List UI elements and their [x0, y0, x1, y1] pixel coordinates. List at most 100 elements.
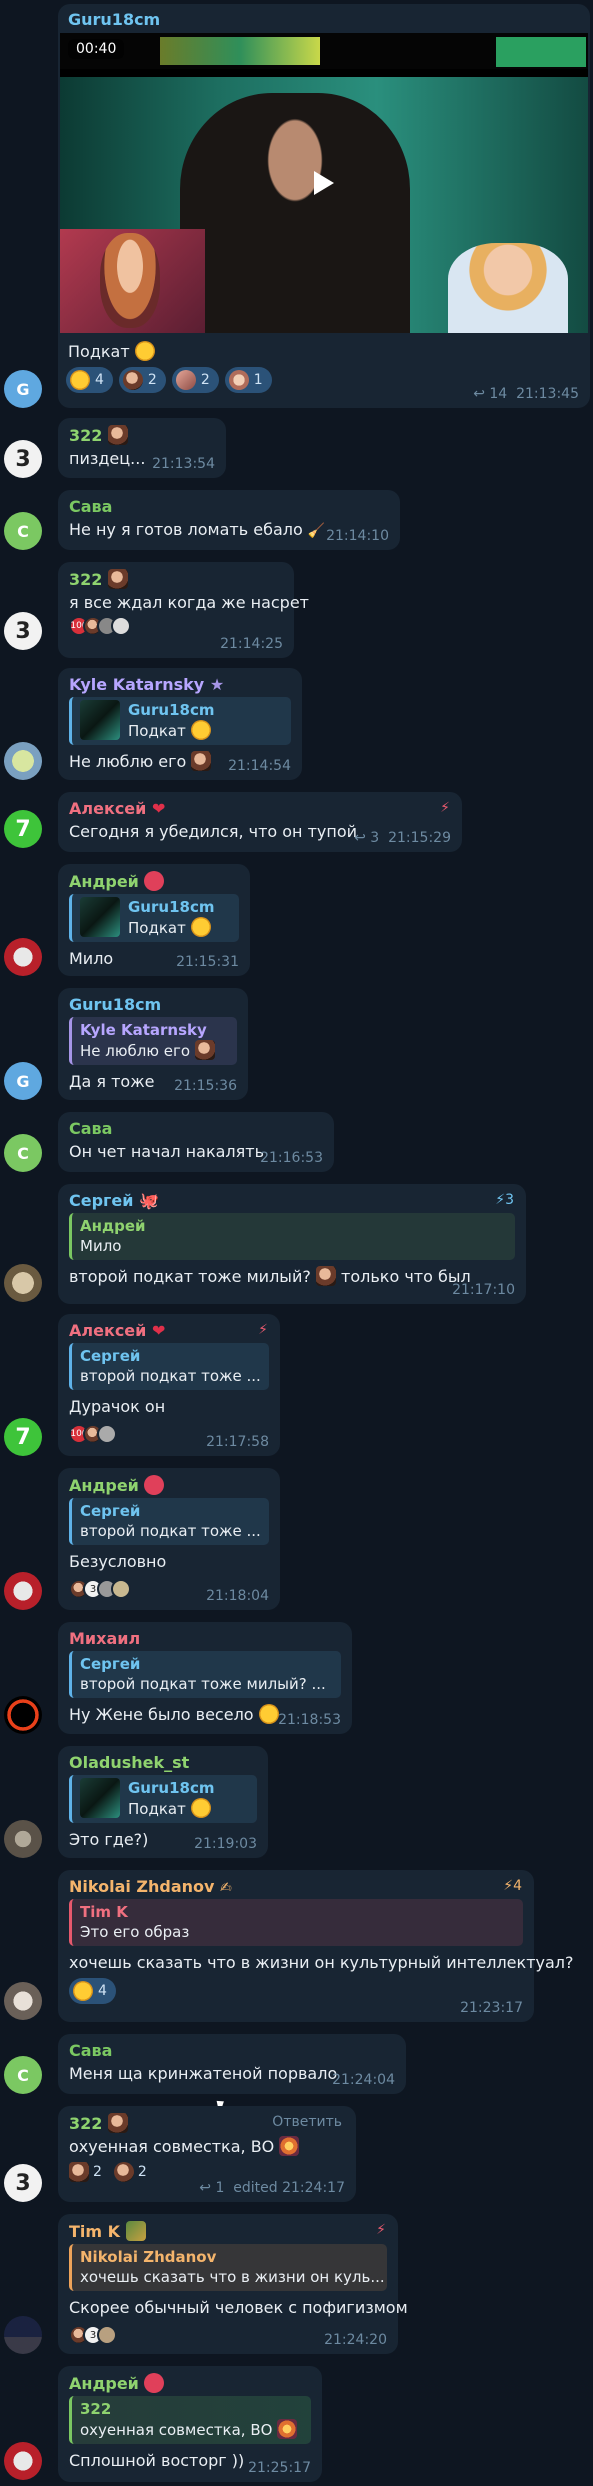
message-text: Дурачок он — [69, 1397, 166, 1416]
avatar[interactable]: 3 — [4, 2164, 42, 2202]
sender-name[interactable]: Oladushek_st — [69, 1753, 257, 1772]
reaction-button[interactable]: 4 — [66, 367, 113, 393]
sender-name[interactable]: Guru18cm — [58, 10, 590, 29]
message-bubble[interactable]: Tim K ⚡ Nikolai Zhdanov хочешь сказать ч… — [58, 2214, 408, 2354]
message-bubble[interactable]: Сава Не ну я готов ломать ебало 🧹 21:14:… — [58, 490, 400, 550]
sender-name[interactable]: Алексей ❤ — [69, 1321, 269, 1340]
avatar[interactable] — [4, 1696, 42, 1734]
message-bubble[interactable]: Андрей 322 охуенная совместка, ВО Сплошн… — [58, 2366, 322, 2482]
sender-name[interactable]: Сава — [69, 2041, 395, 2060]
avatar[interactable]: 3 — [4, 612, 42, 650]
sender-name[interactable]: Сава — [69, 497, 389, 516]
message-text: я все ждал когда же насрет — [69, 593, 309, 612]
custom-emoji-icon — [144, 2373, 165, 2393]
avatar[interactable] — [4, 938, 42, 976]
reply-quote[interactable]: Guru18cm Подкат — [69, 1775, 257, 1823]
message-bubble[interactable]: Nikolai Zhdanov ✍ ⚡4 Tim K Это его образ… — [58, 1870, 574, 2022]
premium-star-icon: ★ — [209, 675, 225, 694]
sender-name[interactable]: Андрей — [69, 1475, 269, 1495]
message-bubble[interactable]: Алексей ❤ ⚡ Сегодня я убедился, что он т… — [58, 792, 462, 852]
sender-name[interactable]: Tim K — [69, 2221, 387, 2241]
reaction-button[interactable]: 2 — [118, 367, 166, 393]
avatar[interactable]: C — [4, 512, 42, 550]
message-bubble[interactable]: Oladushek_st Guru18cm Подкат Это где?) 2… — [58, 1746, 268, 1858]
avatar[interactable] — [4, 742, 42, 780]
reply-quote[interactable]: Сергей второй подкат тоже милый? ... — [69, 1651, 341, 1698]
reply-icon[interactable]: ↩ — [199, 2180, 211, 2196]
message-bubble[interactable]: Михаил Сергей второй подкат тоже милый? … — [58, 1622, 352, 1734]
message-bubble[interactable]: Guru18cm 00:40 Подкат 4 2 2 1 ↩ 14 21:13… — [58, 4, 590, 408]
sender-name[interactable]: Андрей — [69, 871, 239, 891]
sender-name[interactable]: 322 — [69, 425, 215, 445]
reaction-avatars[interactable]: 100 — [69, 616, 283, 636]
message-time: 21:16:53 — [260, 1150, 323, 1166]
avatar[interactable]: C — [4, 1134, 42, 1172]
message-bubble[interactable]: Сава Меня ща кринжатеной порвало 21:24:0… — [58, 2034, 406, 2094]
sender-name[interactable]: Kyle Katarnsky ★ — [69, 675, 291, 694]
message-bubble[interactable]: 322 пиздец... 21:13:54 — [58, 418, 226, 478]
sender-name[interactable]: Михаил — [69, 1629, 341, 1648]
reply-quote[interactable]: Сергей второй подкат тоже ... — [69, 1498, 269, 1545]
sender-name[interactable]: Сава — [69, 1119, 323, 1138]
reply-quote[interactable]: Андрей Мило — [69, 1213, 515, 1260]
reply-quote[interactable]: Guru18cm Подкат — [69, 697, 291, 745]
reply-quote[interactable]: 322 охуенная совместка, ВО — [69, 2396, 311, 2444]
avatar[interactable] — [4, 2442, 42, 2480]
reaction-button[interactable]: 2 — [113, 2162, 147, 2182]
reply-button[interactable]: Ответить — [272, 2114, 342, 2130]
message-time: 21:19:03 — [194, 1836, 257, 1852]
message-bubble[interactable]: Андрей Сергей второй подкат тоже ... Без… — [58, 1468, 280, 1610]
reply-quote[interactable]: Tim K Это его образ — [69, 1899, 523, 1946]
avatar[interactable]: 3 — [4, 440, 42, 478]
message-bubble[interactable]: Guru18cm Kyle Katarnsky Не люблю его Да … — [58, 988, 248, 1100]
message-bubble[interactable]: Сергей 🐙 ⚡3 Андрей Мило второй подкат то… — [58, 1184, 526, 1304]
message-text: Безусловно — [69, 1552, 167, 1571]
avatar[interactable]: G — [4, 1062, 42, 1100]
reply-quote[interactable]: Nikolai Zhdanov хочешь сказать что в жиз… — [69, 2244, 387, 2291]
avatar[interactable]: 7 — [4, 810, 42, 848]
sender-name[interactable]: Сергей 🐙 — [69, 1191, 515, 1210]
sender-name[interactable]: Алексей ❤ — [69, 799, 451, 818]
avatar[interactable]: C — [4, 2056, 42, 2094]
sender-name[interactable]: Андрей — [69, 2373, 311, 2393]
reaction-button[interactable]: 2 — [69, 2162, 102, 2182]
message-time: 21:18:53 — [278, 1712, 341, 1728]
avatar[interactable] — [4, 1820, 42, 1858]
video-player[interactable]: 00:40 — [60, 33, 588, 333]
reply-icon[interactable]: ↩ — [354, 830, 366, 846]
avatar[interactable] — [4, 1572, 42, 1610]
smirk-emoji-icon — [190, 917, 211, 937]
avatar[interactable] — [4, 2316, 42, 2354]
avatar[interactable]: G — [4, 370, 42, 408]
reaction-button[interactable]: 1 — [224, 367, 272, 393]
message-bubble[interactable]: Андрей Guru18cm Подкат Мило 21:15:31 — [58, 864, 250, 976]
avatar[interactable]: 7 — [4, 1418, 42, 1456]
sender-name[interactable]: 322 — [69, 569, 283, 589]
quote-thumbnail — [80, 700, 120, 740]
message-bubble[interactable]: 322 Ответить охуенная совместка, ВО 2 2 … — [58, 2106, 356, 2202]
message-bubble[interactable]: Kyle Katarnsky ★ Guru18cm Подкат Не любл… — [58, 668, 302, 780]
reply-quote[interactable]: Guru18cm Подкат — [69, 894, 239, 942]
message-time: 21:17:58 — [206, 1434, 269, 1450]
custom-emoji-icon — [113, 2162, 134, 2182]
sender-name[interactable]: Nikolai Zhdanov ✍ — [69, 1877, 523, 1896]
quote-thumbnail — [80, 897, 120, 937]
message-time: 21:18:04 — [206, 1588, 269, 1604]
avatar[interactable] — [4, 1264, 42, 1302]
avatar[interactable] — [4, 1982, 42, 2020]
quote-thumbnail — [80, 1778, 120, 1818]
message-meta: ↩ 14 21:13:45 — [473, 386, 579, 402]
boost-badge: ⚡3 — [495, 1192, 514, 1208]
reply-quote[interactable]: Kyle Katarnsky Не люблю его — [69, 1017, 237, 1065]
boost-badge: ⚡4 — [503, 1878, 522, 1894]
reply-quote[interactable]: Сергей второй подкат тоже ... — [69, 1343, 269, 1390]
message-bubble[interactable]: Сава Он чет начал накалять 21:16:53 — [58, 1112, 334, 1172]
play-icon[interactable] — [314, 171, 334, 195]
custom-emoji-icon: ✍ — [220, 1880, 232, 1896]
reaction-button[interactable]: 2 — [171, 367, 219, 393]
message-bubble[interactable]: Алексей ❤ ⚡ Сергей второй подкат тоже ..… — [58, 1314, 280, 1456]
message-bubble[interactable]: 322 я все ждал когда же насрет 100 21:14… — [58, 562, 309, 658]
reply-icon[interactable]: ↩ — [473, 386, 485, 402]
sender-name[interactable]: Guru18cm — [69, 995, 237, 1014]
reaction-button[interactable]: 4 — [69, 1978, 116, 2004]
